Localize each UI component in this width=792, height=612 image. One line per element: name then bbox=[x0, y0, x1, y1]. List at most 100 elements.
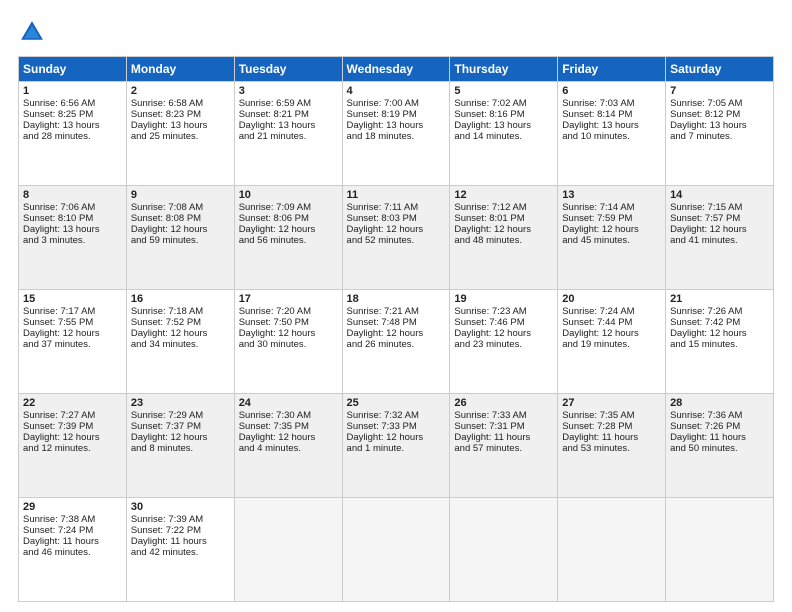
day-info-line: and 18 minutes. bbox=[347, 131, 446, 142]
day-info-line: and 57 minutes. bbox=[454, 443, 553, 454]
column-header-sunday: Sunday bbox=[19, 57, 127, 82]
day-info-line: Sunrise: 7:14 AM bbox=[562, 202, 661, 213]
day-info-line: and 30 minutes. bbox=[239, 339, 338, 350]
day-info-line: and 10 minutes. bbox=[562, 131, 661, 142]
day-number-17: 17 bbox=[239, 293, 338, 305]
day-cell-7: 7Sunrise: 7:05 AMSunset: 8:12 PMDaylight… bbox=[666, 82, 774, 186]
day-info-line: Daylight: 12 hours bbox=[347, 432, 446, 443]
day-info-line: Daylight: 11 hours bbox=[23, 536, 122, 547]
day-number-4: 4 bbox=[347, 85, 446, 97]
day-info-line: Daylight: 12 hours bbox=[670, 328, 769, 339]
day-info-line: Daylight: 12 hours bbox=[239, 432, 338, 443]
day-info-line: Daylight: 12 hours bbox=[239, 224, 338, 235]
empty-cell bbox=[558, 498, 666, 602]
day-info-line: Daylight: 12 hours bbox=[562, 328, 661, 339]
day-info-line: Sunset: 8:06 PM bbox=[239, 213, 338, 224]
day-cell-22: 22Sunrise: 7:27 AMSunset: 7:39 PMDayligh… bbox=[19, 394, 127, 498]
day-info-line: and 25 minutes. bbox=[131, 131, 230, 142]
day-info-line: Sunset: 7:44 PM bbox=[562, 317, 661, 328]
day-info-line: Sunrise: 7:36 AM bbox=[670, 410, 769, 421]
day-info-line: Sunset: 8:25 PM bbox=[23, 109, 122, 120]
day-info-line: Sunrise: 7:23 AM bbox=[454, 306, 553, 317]
day-info-line: Daylight: 13 hours bbox=[347, 120, 446, 131]
calendar-header-row: SundayMondayTuesdayWednesdayThursdayFrid… bbox=[19, 57, 774, 82]
day-cell-14: 14Sunrise: 7:15 AMSunset: 7:57 PMDayligh… bbox=[666, 186, 774, 290]
day-info-line: Sunrise: 6:59 AM bbox=[239, 98, 338, 109]
column-header-thursday: Thursday bbox=[450, 57, 558, 82]
day-info-line: Sunrise: 7:00 AM bbox=[347, 98, 446, 109]
day-info-line: and 1 minute. bbox=[347, 443, 446, 454]
day-cell-3: 3Sunrise: 6:59 AMSunset: 8:21 PMDaylight… bbox=[234, 82, 342, 186]
day-number-23: 23 bbox=[131, 397, 230, 409]
day-cell-19: 19Sunrise: 7:23 AMSunset: 7:46 PMDayligh… bbox=[450, 290, 558, 394]
day-info-line: Sunset: 8:23 PM bbox=[131, 109, 230, 120]
day-cell-15: 15Sunrise: 7:17 AMSunset: 7:55 PMDayligh… bbox=[19, 290, 127, 394]
day-info-line: Sunset: 8:12 PM bbox=[670, 109, 769, 120]
day-cell-25: 25Sunrise: 7:32 AMSunset: 7:33 PMDayligh… bbox=[342, 394, 450, 498]
day-info-line: Daylight: 13 hours bbox=[239, 120, 338, 131]
day-number-19: 19 bbox=[454, 293, 553, 305]
day-info-line: Daylight: 12 hours bbox=[347, 328, 446, 339]
day-info-line: Daylight: 13 hours bbox=[23, 120, 122, 131]
day-info-line: Sunrise: 7:26 AM bbox=[670, 306, 769, 317]
day-number-13: 13 bbox=[562, 189, 661, 201]
day-cell-2: 2Sunrise: 6:58 AMSunset: 8:23 PMDaylight… bbox=[126, 82, 234, 186]
day-number-30: 30 bbox=[131, 501, 230, 513]
day-info-line: Sunset: 7:55 PM bbox=[23, 317, 122, 328]
day-info-line: Sunset: 8:19 PM bbox=[347, 109, 446, 120]
empty-cell bbox=[666, 498, 774, 602]
day-info-line: Sunset: 7:42 PM bbox=[670, 317, 769, 328]
day-info-line: Sunset: 8:10 PM bbox=[23, 213, 122, 224]
day-number-5: 5 bbox=[454, 85, 553, 97]
day-info-line: Daylight: 12 hours bbox=[454, 328, 553, 339]
day-info-line: and 37 minutes. bbox=[23, 339, 122, 350]
day-cell-17: 17Sunrise: 7:20 AMSunset: 7:50 PMDayligh… bbox=[234, 290, 342, 394]
day-info-line: and 48 minutes. bbox=[454, 235, 553, 246]
day-info-line: Sunset: 7:39 PM bbox=[23, 421, 122, 432]
day-cell-21: 21Sunrise: 7:26 AMSunset: 7:42 PMDayligh… bbox=[666, 290, 774, 394]
day-cell-10: 10Sunrise: 7:09 AMSunset: 8:06 PMDayligh… bbox=[234, 186, 342, 290]
day-info-line: Sunset: 7:48 PM bbox=[347, 317, 446, 328]
day-info-line: Sunrise: 7:06 AM bbox=[23, 202, 122, 213]
day-number-3: 3 bbox=[239, 85, 338, 97]
day-info-line: Sunset: 7:24 PM bbox=[23, 525, 122, 536]
day-info-line: and 50 minutes. bbox=[670, 443, 769, 454]
week-row-3: 15Sunrise: 7:17 AMSunset: 7:55 PMDayligh… bbox=[19, 290, 774, 394]
empty-cell bbox=[342, 498, 450, 602]
day-info-line: Daylight: 12 hours bbox=[562, 224, 661, 235]
day-cell-12: 12Sunrise: 7:12 AMSunset: 8:01 PMDayligh… bbox=[450, 186, 558, 290]
day-info-line: Sunset: 7:22 PM bbox=[131, 525, 230, 536]
column-header-friday: Friday bbox=[558, 57, 666, 82]
day-info-line: Sunrise: 7:12 AM bbox=[454, 202, 553, 213]
day-cell-20: 20Sunrise: 7:24 AMSunset: 7:44 PMDayligh… bbox=[558, 290, 666, 394]
day-info-line: Daylight: 11 hours bbox=[454, 432, 553, 443]
day-cell-24: 24Sunrise: 7:30 AMSunset: 7:35 PMDayligh… bbox=[234, 394, 342, 498]
day-number-21: 21 bbox=[670, 293, 769, 305]
day-info-line: Daylight: 12 hours bbox=[131, 224, 230, 235]
day-info-line: and 53 minutes. bbox=[562, 443, 661, 454]
day-cell-4: 4Sunrise: 7:00 AMSunset: 8:19 PMDaylight… bbox=[342, 82, 450, 186]
day-info-line: and 7 minutes. bbox=[670, 131, 769, 142]
day-number-24: 24 bbox=[239, 397, 338, 409]
empty-cell bbox=[234, 498, 342, 602]
day-info-line: Sunset: 7:35 PM bbox=[239, 421, 338, 432]
day-info-line: Daylight: 12 hours bbox=[670, 224, 769, 235]
day-info-line: Daylight: 13 hours bbox=[23, 224, 122, 235]
day-info-line: Daylight: 12 hours bbox=[23, 328, 122, 339]
day-cell-9: 9Sunrise: 7:08 AMSunset: 8:08 PMDaylight… bbox=[126, 186, 234, 290]
day-number-29: 29 bbox=[23, 501, 122, 513]
day-info-line: Sunrise: 7:27 AM bbox=[23, 410, 122, 421]
day-number-22: 22 bbox=[23, 397, 122, 409]
day-info-line: Sunset: 7:37 PM bbox=[131, 421, 230, 432]
day-info-line: Sunrise: 7:33 AM bbox=[454, 410, 553, 421]
week-row-5: 29Sunrise: 7:38 AMSunset: 7:24 PMDayligh… bbox=[19, 498, 774, 602]
day-cell-13: 13Sunrise: 7:14 AMSunset: 7:59 PMDayligh… bbox=[558, 186, 666, 290]
page: SundayMondayTuesdayWednesdayThursdayFrid… bbox=[0, 0, 792, 612]
week-row-4: 22Sunrise: 7:27 AMSunset: 7:39 PM Dayligh… bbox=[19, 394, 774, 498]
day-info-line: Sunset: 7:28 PM bbox=[562, 421, 661, 432]
day-info-line: Sunrise: 7:09 AM bbox=[239, 202, 338, 213]
day-info-line: and 3 minutes. bbox=[23, 235, 122, 246]
day-info-line: and 26 minutes. bbox=[347, 339, 446, 350]
day-info-line: Sunset: 7:31 PM bbox=[454, 421, 553, 432]
day-number-14: 14 bbox=[670, 189, 769, 201]
